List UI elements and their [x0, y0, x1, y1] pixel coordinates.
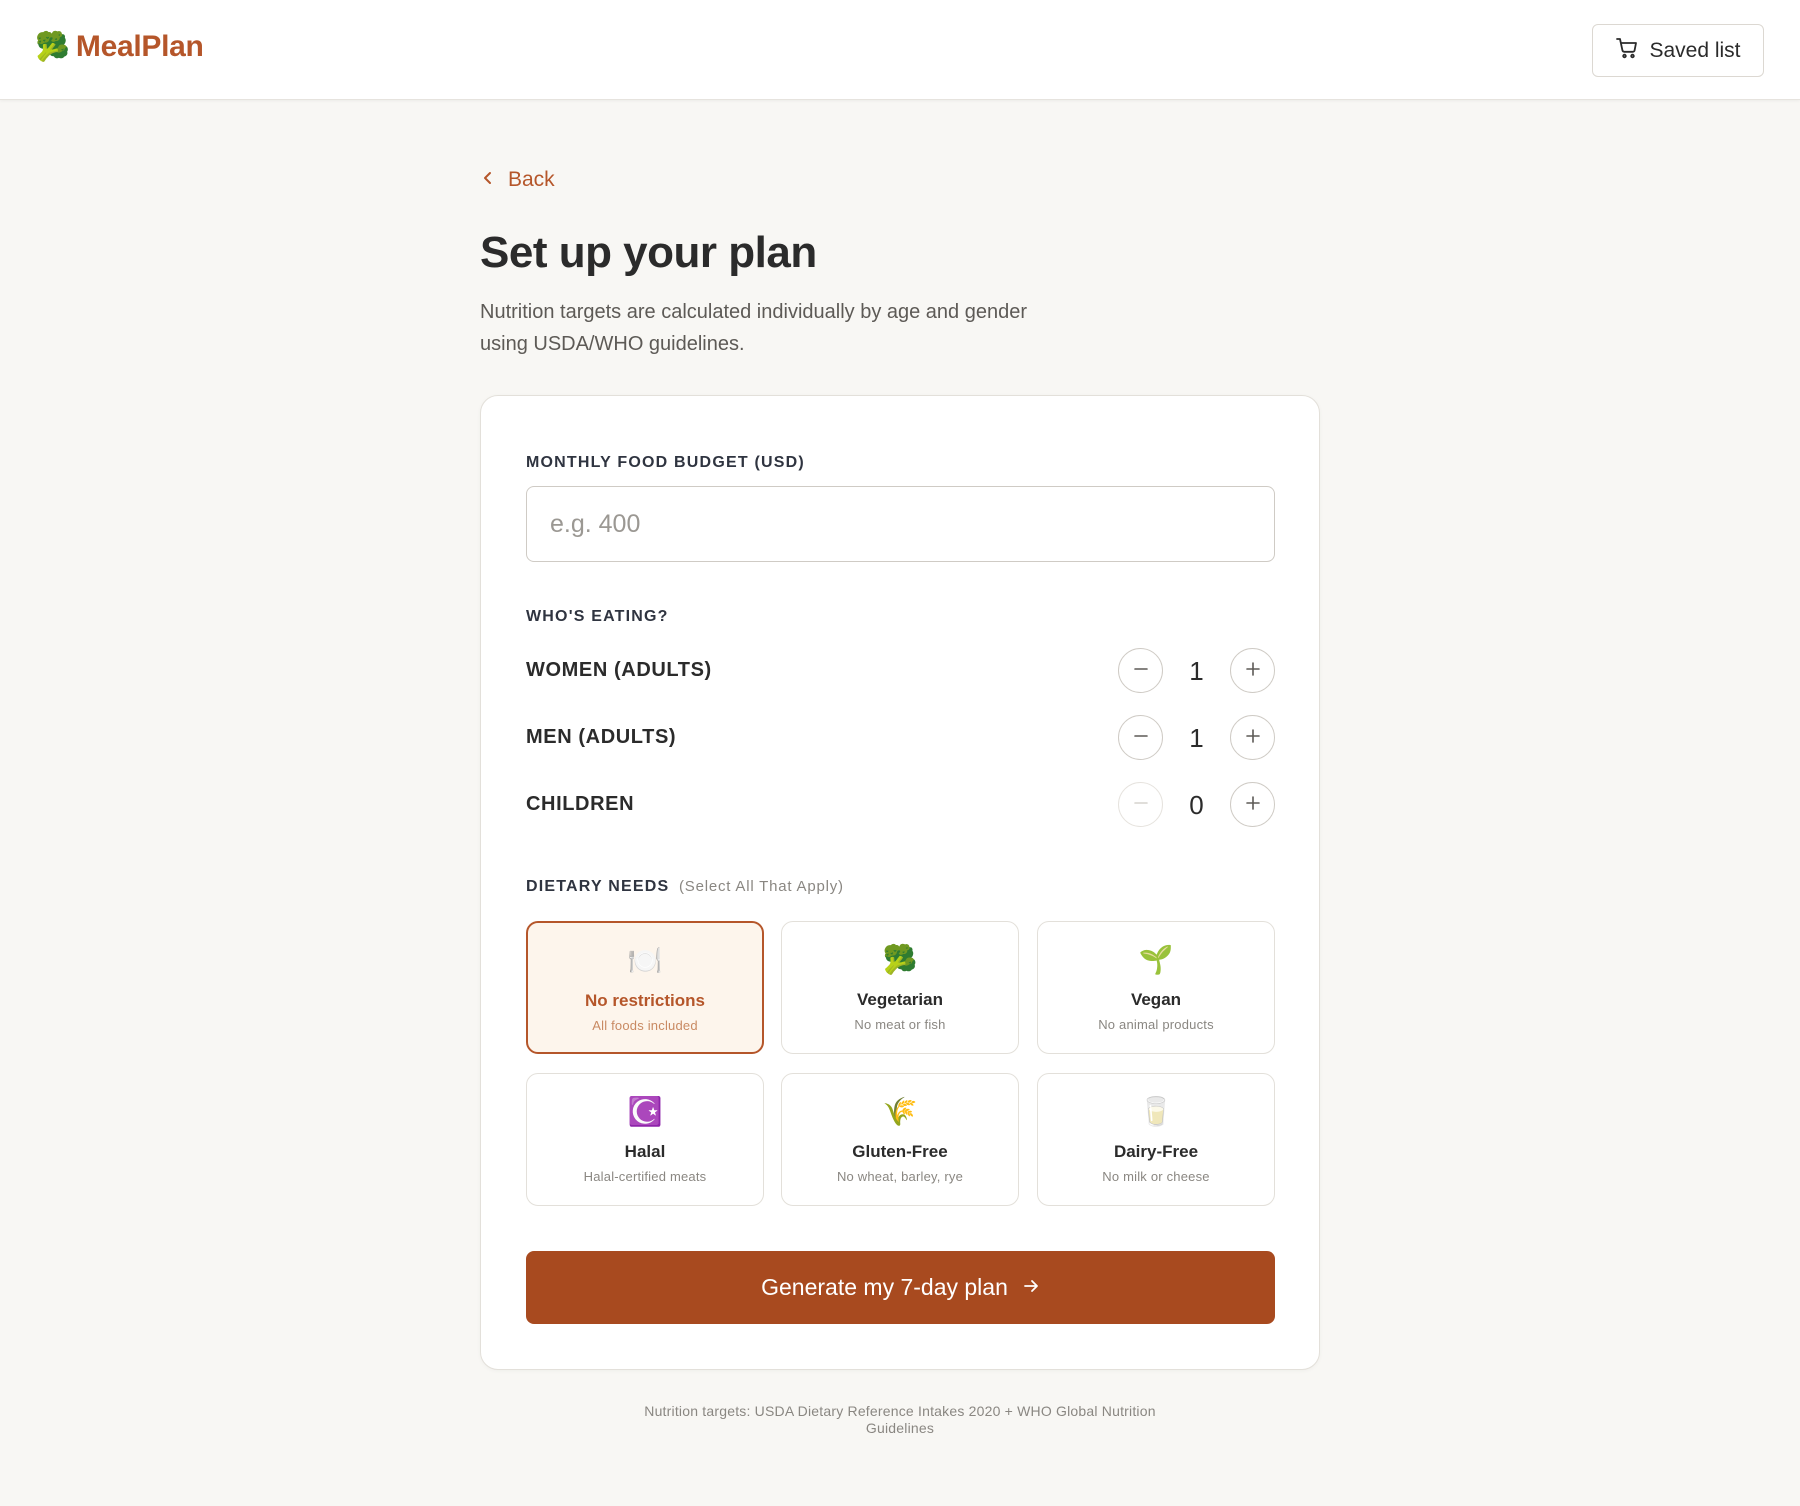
eater-label: CHILDREN [526, 793, 635, 815]
diet-option-title: Vegan [1130, 990, 1182, 1009]
saved-list-label: Saved list [1649, 38, 1741, 62]
diet-option-halal[interactable]: ☪️ Halal Halal-certified meats [526, 1073, 764, 1206]
top-bar: 🥦 MealPlan Saved list [0, 0, 1800, 100]
wheat-icon: 🌾 [882, 1096, 918, 1127]
page-subtitle: Nutrition targets are calculated individ… [480, 301, 1028, 355]
diet-option-vegetarian[interactable]: 🥦 Vegetarian No meat or fish [781, 921, 1019, 1054]
eater-row-men: MEN (ADULTS) 1 [526, 715, 1275, 761]
dietary-needs-title: DIETARY NEEDS [526, 878, 670, 895]
minus-icon [1132, 660, 1150, 681]
increment-men-button[interactable] [1230, 715, 1275, 760]
generate-plan-label: Generate my 7-day plan [761, 1274, 1008, 1300]
diet-option-desc: No wheat, barley, rye [836, 1169, 964, 1184]
plan-form-card: MONTHLY FOOD BUDGET (USD) WHO'S EATING? … [480, 395, 1320, 1370]
women-count: 1 [1189, 656, 1204, 686]
decrement-children-button[interactable] [1118, 782, 1163, 827]
diet-option-no-restrictions[interactable]: 🍽️ No restrictions All foods included [526, 921, 764, 1054]
diet-option-title: Gluten-Free [852, 1142, 948, 1161]
eater-label: WOMEN (ADULTS) [526, 659, 712, 681]
diet-option-desc: No milk or cheese [1102, 1169, 1210, 1184]
diet-option-title: Vegetarian [857, 990, 943, 1009]
brand-logo[interactable]: 🥦 MealPlan [35, 30, 204, 64]
eater-label: MEN (ADULTS) [526, 726, 677, 748]
plus-icon [1244, 794, 1262, 815]
broccoli-icon: 🥦 [35, 31, 70, 62]
crescent-star-icon: ☪️ [627, 1096, 663, 1127]
diet-option-desc: No meat or fish [854, 1017, 946, 1032]
cart-icon [1615, 36, 1639, 66]
men-count: 1 [1189, 723, 1204, 753]
plus-icon [1244, 660, 1262, 681]
milk-glass-icon: 🥛 [1138, 1096, 1174, 1127]
diet-option-desc: No animal products [1098, 1017, 1214, 1032]
decrement-women-button[interactable] [1118, 648, 1163, 693]
brand-name: MealPlan [75, 30, 204, 63]
diet-option-title: Dairy-Free [1113, 1142, 1199, 1161]
dietary-needs-label: DIETARY NEEDS (Select All That Apply) [526, 878, 844, 896]
budget-label: MONTHLY FOOD BUDGET (USD) [526, 454, 805, 471]
diet-option-title: No restrictions [585, 991, 705, 1010]
seedling-icon: 🌱 [1138, 944, 1174, 975]
diet-option-title: Halal [624, 1142, 666, 1161]
eater-row-children: CHILDREN 0 [526, 782, 1275, 828]
chevron-left-icon [480, 168, 496, 192]
budget-input[interactable] [526, 486, 1275, 562]
page-title: Set up your plan [480, 228, 817, 277]
plate-icon: 🍽️ [627, 945, 663, 976]
saved-list-button[interactable]: Saved list [1592, 24, 1764, 77]
plus-icon [1244, 727, 1262, 748]
arrow-right-icon [1022, 1274, 1040, 1301]
increment-children-button[interactable] [1230, 782, 1275, 827]
children-count: 0 [1189, 790, 1204, 820]
eaters-label: WHO'S EATING? [526, 608, 669, 625]
back-label: Back [508, 168, 555, 191]
diet-option-desc: All foods included [592, 1018, 698, 1033]
eater-row-women: WOMEN (ADULTS) 1 [526, 648, 1275, 694]
generate-plan-button[interactable]: Generate my 7-day plan [526, 1251, 1275, 1324]
diet-option-dairy-free[interactable]: 🥛 Dairy-Free No milk or cheese [1037, 1073, 1275, 1206]
footer-note: Nutrition targets: USDA Dietary Referenc… [644, 1403, 1156, 1436]
minus-icon [1132, 794, 1150, 815]
diet-option-gluten-free[interactable]: 🌾 Gluten-Free No wheat, barley, rye [781, 1073, 1019, 1206]
broccoli-icon: 🥦 [882, 944, 918, 975]
minus-icon [1132, 727, 1150, 748]
back-link[interactable]: Back [480, 168, 555, 192]
decrement-men-button[interactable] [1118, 715, 1163, 760]
diet-option-vegan[interactable]: 🌱 Vegan No animal products [1037, 921, 1275, 1054]
diet-option-desc: Halal-certified meats [583, 1169, 707, 1184]
dietary-needs-hint: (Select All That Apply) [678, 878, 844, 895]
increment-women-button[interactable] [1230, 648, 1275, 693]
